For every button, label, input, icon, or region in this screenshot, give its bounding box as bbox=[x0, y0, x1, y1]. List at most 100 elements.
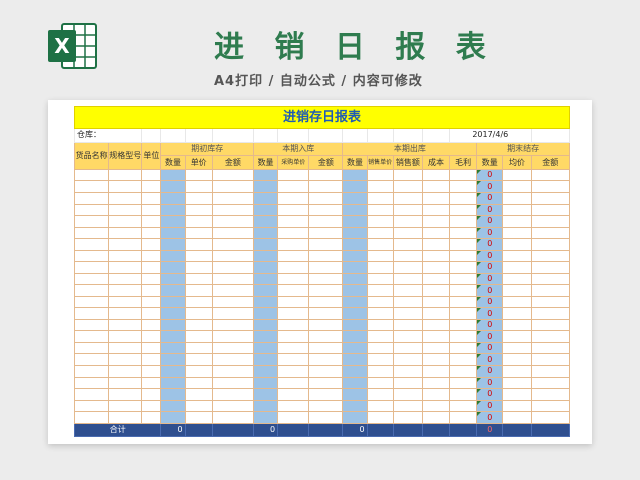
cell[interactable] bbox=[502, 249, 532, 263]
cell[interactable] bbox=[366, 353, 394, 366]
cell[interactable] bbox=[108, 318, 143, 332]
cell[interactable] bbox=[141, 203, 162, 217]
end-qty-cell[interactable]: 0 bbox=[476, 307, 504, 320]
cell[interactable] bbox=[366, 272, 394, 286]
cell[interactable] bbox=[366, 192, 394, 205]
cell[interactable] bbox=[392, 238, 423, 251]
cell[interactable] bbox=[308, 353, 344, 366]
cell[interactable] bbox=[366, 318, 394, 332]
cell[interactable] bbox=[392, 180, 423, 193]
cell[interactable] bbox=[277, 318, 310, 332]
cell[interactable] bbox=[421, 411, 451, 424]
cell[interactable] bbox=[211, 365, 255, 378]
cell[interactable] bbox=[421, 226, 451, 240]
cell[interactable] bbox=[141, 249, 162, 263]
cell[interactable] bbox=[308, 295, 344, 309]
cell[interactable] bbox=[211, 388, 255, 401]
cell[interactable] bbox=[108, 330, 143, 343]
cell[interactable] bbox=[342, 261, 368, 274]
cell[interactable] bbox=[252, 238, 279, 251]
cell[interactable] bbox=[73, 307, 110, 320]
cell[interactable] bbox=[502, 180, 532, 193]
cell[interactable] bbox=[366, 226, 394, 240]
cell[interactable] bbox=[184, 388, 213, 401]
cell[interactable] bbox=[392, 341, 423, 355]
cell[interactable] bbox=[308, 128, 344, 143]
end-qty-cell[interactable]: 0 bbox=[476, 272, 504, 286]
end-qty-cell[interactable]: 0 bbox=[476, 215, 504, 228]
cell[interactable] bbox=[449, 318, 478, 332]
cell[interactable] bbox=[502, 226, 532, 240]
cell[interactable] bbox=[342, 330, 368, 343]
cell[interactable] bbox=[277, 215, 310, 228]
cell[interactable] bbox=[308, 226, 344, 240]
cell[interactable] bbox=[392, 376, 423, 390]
cell[interactable] bbox=[73, 330, 110, 343]
cell[interactable] bbox=[502, 318, 532, 332]
cell[interactable] bbox=[252, 307, 279, 320]
cell[interactable] bbox=[252, 376, 279, 390]
cell[interactable] bbox=[421, 318, 451, 332]
cell[interactable] bbox=[108, 261, 143, 274]
cell[interactable] bbox=[252, 128, 279, 143]
cell[interactable] bbox=[211, 215, 255, 228]
cell[interactable] bbox=[277, 168, 310, 182]
cell[interactable] bbox=[277, 226, 310, 240]
cell[interactable] bbox=[502, 307, 532, 320]
cell[interactable] bbox=[160, 249, 186, 263]
cell[interactable] bbox=[449, 272, 478, 286]
cell[interactable] bbox=[277, 330, 310, 343]
cell[interactable] bbox=[160, 365, 186, 378]
cell[interactable] bbox=[252, 399, 279, 413]
cell[interactable] bbox=[530, 215, 571, 228]
cell[interactable] bbox=[308, 180, 344, 193]
cell[interactable] bbox=[502, 341, 532, 355]
cell[interactable] bbox=[421, 365, 451, 378]
cell[interactable] bbox=[502, 365, 532, 378]
cell[interactable] bbox=[308, 215, 344, 228]
cell[interactable] bbox=[211, 330, 255, 343]
cell[interactable] bbox=[160, 295, 186, 309]
cell[interactable] bbox=[277, 180, 310, 193]
cell[interactable] bbox=[502, 411, 532, 424]
cell[interactable] bbox=[421, 272, 451, 286]
cell[interactable] bbox=[160, 238, 186, 251]
cell[interactable] bbox=[277, 365, 310, 378]
cell[interactable] bbox=[342, 365, 368, 378]
cell[interactable] bbox=[73, 341, 110, 355]
cell[interactable] bbox=[73, 215, 110, 228]
cell[interactable] bbox=[160, 261, 186, 274]
cell[interactable] bbox=[502, 238, 532, 251]
cell[interactable] bbox=[530, 272, 571, 286]
cell[interactable] bbox=[141, 168, 162, 182]
cell[interactable] bbox=[366, 215, 394, 228]
cell[interactable] bbox=[342, 295, 368, 309]
cell[interactable] bbox=[211, 318, 255, 332]
cell[interactable] bbox=[141, 295, 162, 309]
end-qty-cell[interactable]: 0 bbox=[476, 203, 504, 217]
cell[interactable] bbox=[73, 203, 110, 217]
cell[interactable] bbox=[141, 376, 162, 390]
cell[interactable] bbox=[73, 353, 110, 366]
cell[interactable] bbox=[184, 215, 213, 228]
cell[interactable] bbox=[277, 376, 310, 390]
end-qty-cell[interactable]: 0 bbox=[476, 180, 504, 193]
cell[interactable] bbox=[252, 203, 279, 217]
cell[interactable] bbox=[392, 399, 423, 413]
cell[interactable] bbox=[449, 284, 478, 297]
cell[interactable] bbox=[73, 261, 110, 274]
cell[interactable] bbox=[141, 180, 162, 193]
cell[interactable] bbox=[211, 295, 255, 309]
cell[interactable] bbox=[392, 203, 423, 217]
cell[interactable] bbox=[184, 376, 213, 390]
cell[interactable] bbox=[530, 261, 571, 274]
cell[interactable] bbox=[366, 168, 394, 182]
end-qty-cell[interactable]: 0 bbox=[476, 226, 504, 240]
cell[interactable] bbox=[342, 284, 368, 297]
cell[interactable] bbox=[308, 284, 344, 297]
cell[interactable] bbox=[277, 295, 310, 309]
cell[interactable] bbox=[277, 341, 310, 355]
end-qty-cell[interactable]: 0 bbox=[476, 261, 504, 274]
cell[interactable] bbox=[530, 341, 571, 355]
cell[interactable] bbox=[502, 203, 532, 217]
